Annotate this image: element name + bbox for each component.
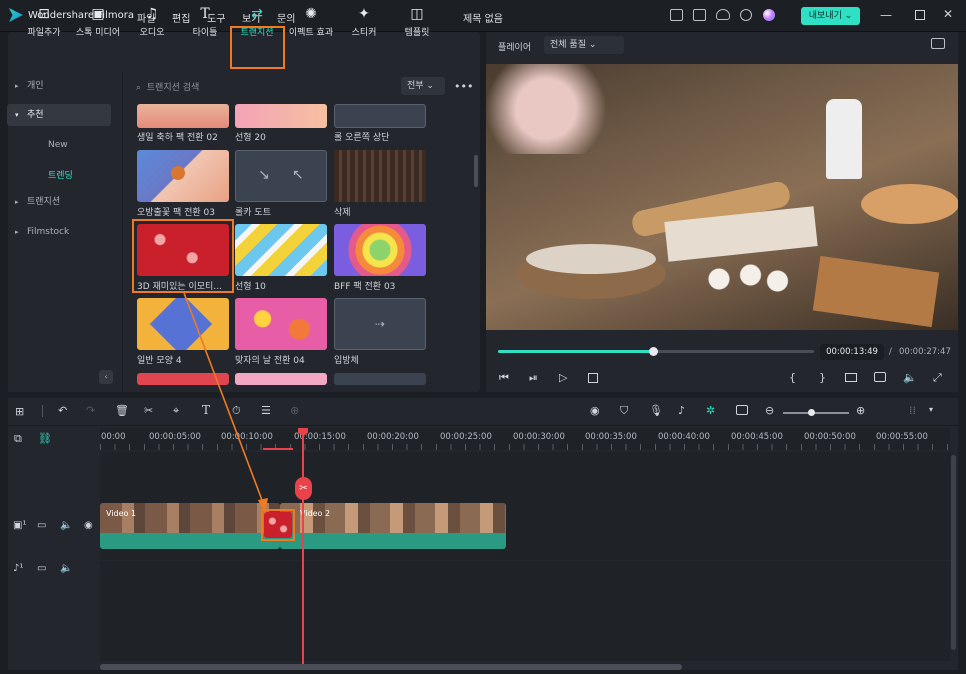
arrow-line	[183, 292, 266, 509]
annotation-arrow	[183, 292, 268, 514]
arrow-head	[258, 498, 268, 514]
